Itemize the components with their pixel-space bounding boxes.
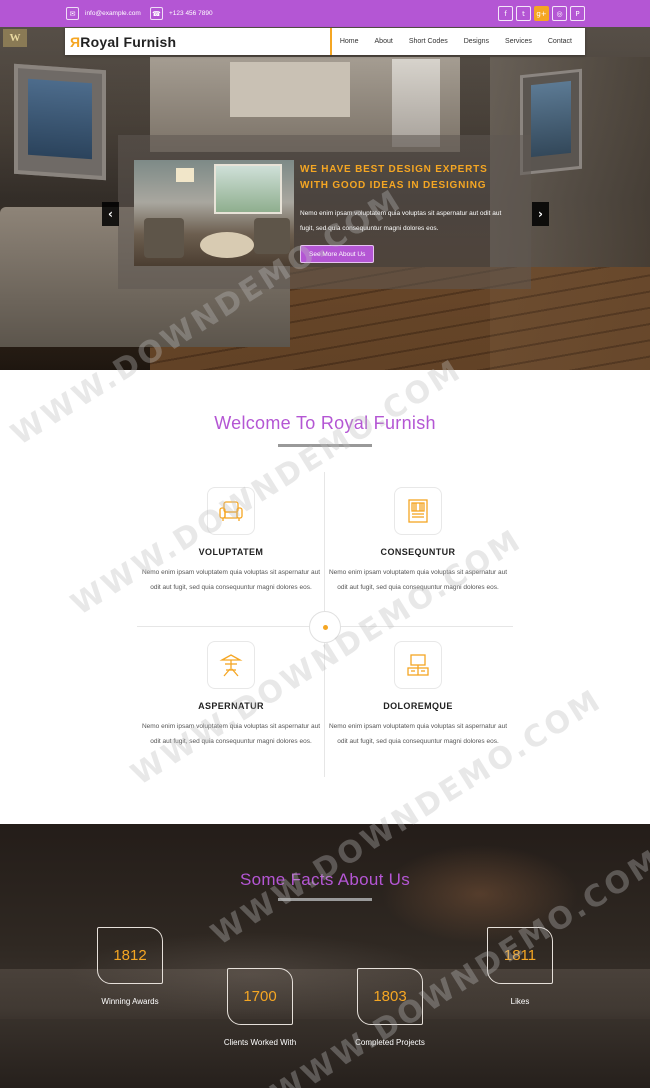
fact-label: Winning Awards	[101, 997, 159, 1006]
email-contact[interactable]: ✉ info@example.com	[66, 7, 141, 20]
wardrobe-icon	[394, 487, 442, 535]
nav-services[interactable]: Services	[505, 38, 532, 45]
fact-item: 1812 Winning Awards	[75, 927, 185, 1006]
slide-title: WE HAVE BEST DESIGN EXPERTS WITH GOOD ID…	[300, 164, 488, 191]
slide-image-window	[214, 164, 282, 214]
slide-image-chair	[254, 218, 290, 254]
feature-card: CONSEQUNTUR Nemo enim ipsam voluptatem q…	[323, 487, 513, 595]
hero-background-cabinets	[230, 62, 350, 117]
slider-next-arrow[interactable]: ›	[532, 202, 549, 226]
slide-image-chair	[144, 218, 184, 258]
pinterest-icon[interactable]: P	[570, 6, 585, 21]
feature-card: DOLOREMQUE Nemo enim ipsam voluptatem qu…	[323, 641, 513, 749]
nav-about[interactable]: About	[375, 38, 393, 45]
slider-prev-arrow[interactable]: ‹	[102, 202, 119, 226]
phone-icon: ☎	[150, 7, 163, 20]
nav-home[interactable]: Home	[340, 38, 359, 45]
twitter-icon[interactable]: t	[516, 6, 531, 21]
armchair-icon	[207, 487, 255, 535]
feature-title: CONSEQUNTUR	[380, 547, 456, 557]
slide-image-table	[200, 232, 254, 258]
brand-logo[interactable]: ЯRoyal Furnish	[70, 34, 176, 50]
welcome-title: Welcome To Royal Furnish	[214, 413, 436, 433]
feature-card: VOLUPTATEM Nemo enim ipsam voluptatem qu…	[136, 487, 326, 595]
dribbble-icon[interactable]: ◎	[552, 6, 567, 21]
fact-label: Clients Worked With	[223, 1038, 297, 1047]
feature-text: Nemo enim ipsam voluptatem quia voluptas…	[141, 569, 321, 591]
facts-section: Some Facts About Us 1812 Winning Awards …	[0, 824, 650, 1088]
nav-designs[interactable]: Designs	[464, 38, 489, 45]
slide-image-lamp	[176, 168, 194, 182]
tv-stand-icon	[394, 641, 442, 689]
grid-center-dot	[309, 611, 341, 643]
main-navbar: ЯRoyal Furnish Home About Short Codes De…	[65, 28, 585, 55]
envelope-icon: ✉	[66, 7, 79, 20]
nav-short-codes[interactable]: Short Codes	[409, 38, 448, 45]
fact-item: 1700 Clients Worked With	[205, 968, 315, 1047]
fact-value: 1700	[227, 968, 293, 1025]
slide-text: Nemo enim ipsam voluptatem quia voluptas…	[300, 210, 502, 232]
feature-title: DOLOREMQUE	[383, 701, 453, 711]
feature-title: VOLUPTATEM	[198, 547, 264, 557]
google-plus-icon[interactable]: g+	[534, 6, 549, 21]
fact-item: 1811 Likes	[465, 927, 575, 1006]
fact-value: 1803	[357, 968, 423, 1025]
hero-background-painting	[14, 63, 106, 181]
feature-text: Nemo enim ipsam voluptatem quia voluptas…	[141, 723, 321, 745]
facts-title: Some Facts About Us	[239, 870, 411, 889]
facebook-icon[interactable]: f	[498, 6, 513, 21]
phone-text[interactable]: +123 456 7890	[169, 10, 213, 17]
hero-background-window	[392, 59, 440, 147]
email-text[interactable]: info@example.com	[85, 10, 141, 17]
brand-mark: Я	[70, 33, 81, 50]
top-bar: ✉ info@example.com ☎ +123 456 7890 f t g…	[0, 0, 650, 27]
corner-logo: W	[3, 29, 27, 47]
phone-contact[interactable]: ☎ +123 456 7890	[150, 7, 213, 20]
parasol-table-icon	[207, 641, 255, 689]
fact-label: Completed Projects	[355, 1038, 425, 1047]
welcome-divider	[278, 444, 372, 447]
fact-label: Likes	[510, 997, 530, 1006]
feature-text: Nemo enim ipsam voluptatem quia voluptas…	[328, 569, 508, 591]
fact-value: 1812	[97, 927, 163, 984]
nav-links: Home About Short Codes Designs Services …	[329, 28, 572, 55]
feature-title: ASPERNATUR	[198, 701, 264, 711]
brand-name: Royal Furnish	[80, 33, 177, 50]
slider-card: WE HAVE BEST DESIGN EXPERTS WITH GOOD ID…	[118, 135, 531, 289]
feature-card: ASPERNATUR Nemo enim ipsam voluptatem qu…	[136, 641, 326, 749]
facts-divider	[278, 898, 372, 901]
fact-item: 1803 Completed Projects	[335, 968, 445, 1047]
feature-text: Nemo enim ipsam voluptatem quia voluptas…	[328, 723, 508, 745]
slide-image	[134, 160, 294, 266]
fact-value: 1811	[487, 927, 553, 984]
see-more-button[interactable]: See More About Us	[300, 245, 375, 263]
social-links: f t g+ ◎ P	[498, 6, 585, 21]
nav-contact[interactable]: Contact	[548, 38, 572, 45]
